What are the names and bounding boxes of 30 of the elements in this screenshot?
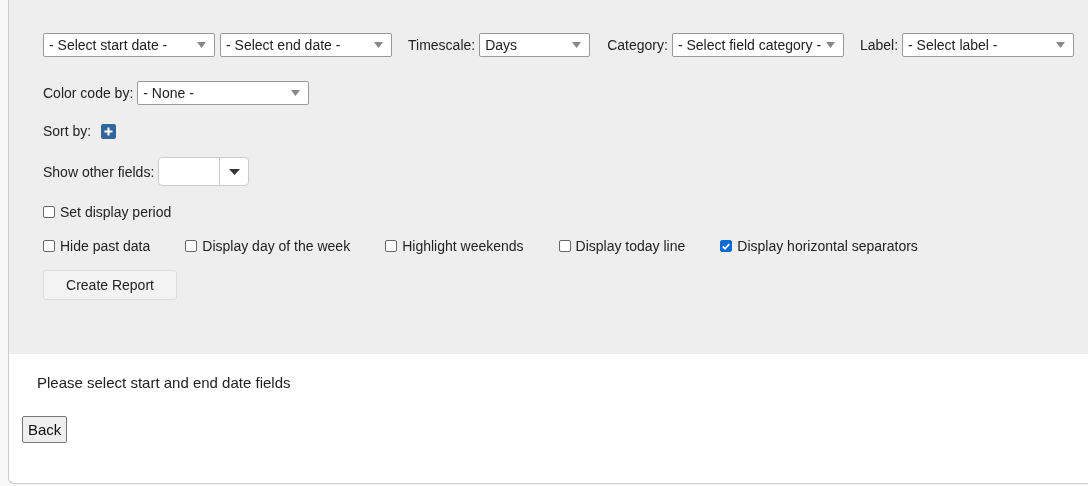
- caret-icon: [825, 42, 835, 48]
- sort-by-label: Sort by:: [43, 123, 92, 139]
- caret-icon: [572, 42, 582, 48]
- caret-icon: [197, 42, 206, 48]
- create-report-button[interactable]: Create Report: [43, 270, 177, 300]
- caret-icon: [291, 90, 301, 96]
- dropdown[interactable]: Days: [479, 33, 591, 57]
- filter-label: Category:: [607, 37, 668, 53]
- dropdown[interactable]: - None -: [137, 81, 310, 105]
- caret-icon: [228, 168, 240, 175]
- checkbox-option[interactable]: Hide past data: [43, 238, 151, 254]
- checkbox-option[interactable]: Display horizontal separators: [720, 238, 918, 254]
- checkbox-option[interactable]: Display day of the week: [185, 238, 351, 254]
- caret-icon: [1056, 42, 1066, 48]
- fields-dropdown[interactable]: [158, 157, 250, 186]
- dropdown[interactable]: - Select field category -: [671, 33, 844, 57]
- color-code-label: Color code by:: [43, 85, 134, 101]
- info-message: Please select start and end date fields: [37, 374, 292, 391]
- dropdown[interactable]: - Select start date -: [43, 33, 215, 57]
- back-button[interactable]: Back: [22, 416, 68, 443]
- caret-icon: [374, 42, 383, 48]
- checkbox-option[interactable]: Display today line: [558, 238, 686, 254]
- add-icon[interactable]: [101, 123, 117, 139]
- dropdown[interactable]: - Select label -: [902, 33, 1075, 57]
- checkbox-option[interactable]: Highlight weekends: [385, 238, 524, 254]
- checkbox-option[interactable]: Set display period: [43, 204, 172, 220]
- filter-label: Timescale:: [408, 37, 476, 53]
- show-fields-label: Show other fields:: [43, 163, 155, 180]
- filter-label: Label:: [859, 37, 899, 53]
- dropdown[interactable]: - Select end date -: [220, 33, 392, 57]
